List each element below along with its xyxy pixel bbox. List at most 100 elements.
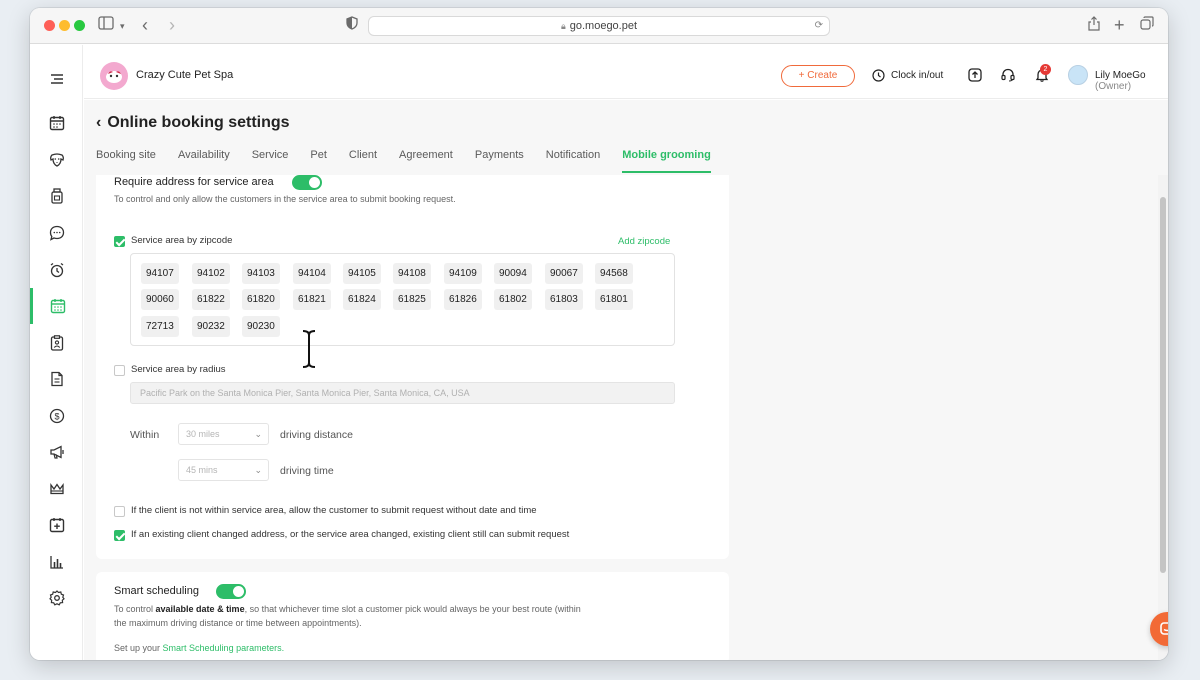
smart-scheduling-toggle[interactable] — [216, 584, 246, 599]
business-avatar[interactable] — [100, 62, 128, 90]
gear-icon[interactable] — [30, 580, 83, 616]
tab-payments[interactable]: Payments — [475, 149, 524, 173]
zipcode-chip[interactable]: 61825 — [393, 289, 431, 310]
chevron-down-icon[interactable]: ▾ — [120, 16, 125, 36]
tab-client[interactable]: Client — [349, 149, 377, 173]
scrollbar-thumb[interactable] — [1160, 197, 1166, 573]
existing-client-checkbox[interactable] — [114, 530, 125, 541]
zipcode-chip[interactable]: 94103 — [242, 263, 280, 284]
reload-icon[interactable]: ⟳ — [815, 17, 823, 35]
zipcode-chip[interactable]: 94104 — [293, 263, 331, 284]
browser-window: ▾ ‹ › 🔒︎ go.moego.pet ⟳ + $ Crazy Cute P… — [30, 8, 1168, 660]
shield-icon[interactable] — [346, 16, 358, 36]
payment-icon[interactable]: $ — [30, 398, 83, 434]
scrollbar[interactable] — [1158, 175, 1168, 660]
svg-text:$: $ — [54, 411, 59, 421]
zipcode-chip[interactable]: 90060 — [141, 289, 179, 310]
user-avatar[interactable] — [1068, 65, 1088, 85]
allow-without-date-label: If the client is not within service area… — [131, 505, 537, 516]
service-area-toggle[interactable] — [292, 175, 322, 190]
address-bar[interactable]: 🔒︎ go.moego.pet ⟳ — [368, 16, 830, 36]
headset-icon[interactable] — [1000, 67, 1016, 83]
setup-prefix: Set up your — [114, 643, 163, 653]
app-header: Crazy Cute Pet Spa + Create Clock in/out… — [84, 45, 1168, 99]
user-menu[interactable]: Lily MoeGo (Owner) — [1095, 70, 1168, 92]
pet-icon[interactable] — [30, 142, 83, 178]
zipcode-chip[interactable]: 94105 — [343, 263, 381, 284]
crown-icon[interactable] — [30, 471, 83, 507]
zipcode-chip[interactable]: 94109 — [444, 263, 482, 284]
zipcode-chip[interactable]: 61803 — [545, 289, 583, 310]
add-zipcode-link[interactable]: Add zipcode — [618, 236, 670, 247]
distance-select[interactable]: 30 miles ⌄ — [178, 423, 269, 445]
clock-in-out-button[interactable]: Clock in/out — [872, 69, 943, 82]
create-button[interactable]: + Create — [781, 65, 855, 87]
upload-icon[interactable] — [967, 67, 983, 83]
clipboard-icon[interactable] — [30, 325, 83, 361]
chat-support-button[interactable] — [1150, 612, 1168, 646]
service-area-description: To control and only allow the customers … — [114, 194, 456, 204]
address-input[interactable]: Pacific Park on the Santa Monica Pier, S… — [130, 382, 675, 404]
alarm-icon[interactable] — [30, 252, 83, 288]
zipcode-chip[interactable]: 61822 — [192, 289, 230, 310]
zipcode-chip[interactable]: 90067 — [545, 263, 583, 284]
time-select[interactable]: 45 mins ⌄ — [178, 459, 269, 481]
minimize-window-button[interactable] — [59, 20, 70, 31]
menu-icon[interactable] — [30, 61, 83, 97]
zipcode-chip[interactable]: 90094 — [494, 263, 532, 284]
driving-time-label: driving time — [280, 465, 334, 477]
close-window-button[interactable] — [44, 20, 55, 31]
page-title: ‹ Online booking settings — [96, 114, 290, 132]
back-chevron-icon[interactable]: ‹ — [96, 114, 101, 131]
share-icon[interactable] — [1088, 16, 1100, 37]
report-icon[interactable] — [30, 361, 83, 397]
back-arrow-icon[interactable]: ‹ — [142, 16, 148, 34]
existing-client-label: If an existing client changed address, o… — [131, 529, 570, 540]
booking-calendar-icon[interactable] — [30, 288, 83, 324]
distance-value: 30 miles — [186, 429, 220, 439]
zipcode-chip[interactable]: 94102 — [192, 263, 230, 284]
desc-bold: available date & time — [155, 604, 245, 614]
smart-scheduling-title: Smart scheduling — [114, 585, 199, 597]
radius-checkbox[interactable] — [114, 365, 125, 376]
zipcode-chip[interactable]: 61821 — [293, 289, 331, 310]
tab-overview-icon[interactable] — [1140, 16, 1154, 36]
allow-without-date-checkbox[interactable] — [114, 506, 125, 517]
zipcode-chip[interactable]: 72713 — [141, 316, 179, 337]
business-name[interactable]: Crazy Cute Pet Spa — [136, 69, 233, 81]
zipcode-chip[interactable]: 61801 — [595, 289, 633, 310]
zipcode-chip[interactable]: 61824 — [343, 289, 381, 310]
tab-agreement[interactable]: Agreement — [399, 149, 453, 173]
tab-availability[interactable]: Availability — [178, 149, 230, 173]
tab-booking-site[interactable]: Booking site — [96, 149, 156, 173]
marketing-icon[interactable] — [30, 434, 83, 470]
message-icon[interactable] — [30, 215, 83, 251]
zipcode-list: 94107 94102 94103 94104 94105 94108 9410… — [130, 253, 675, 346]
driving-distance-label: driving distance — [280, 429, 353, 441]
zipcode-chip[interactable]: 61820 — [242, 289, 280, 310]
settings-calendar-icon[interactable] — [30, 507, 83, 543]
zipcode-chip[interactable]: 94568 — [595, 263, 633, 284]
zipcode-label: Service area by zipcode — [131, 235, 233, 246]
zoom-window-button[interactable] — [74, 20, 85, 31]
smart-scheduling-parameters-link[interactable]: Smart Scheduling parameters. — [163, 643, 285, 653]
inventory-icon[interactable] — [30, 178, 83, 214]
zipcode-chip[interactable]: 90230 — [242, 316, 280, 337]
notification-badge: 2 — [1040, 64, 1051, 75]
tab-service[interactable]: Service — [252, 149, 289, 173]
zipcode-chip[interactable]: 94108 — [393, 263, 431, 284]
tab-mobile-grooming[interactable]: Mobile grooming — [622, 149, 711, 173]
forward-arrow-icon[interactable]: › — [169, 16, 175, 34]
tab-pet[interactable]: Pet — [310, 149, 327, 173]
tab-notification[interactable]: Notification — [546, 149, 600, 173]
sidebar-toggle-icon[interactable] — [98, 16, 114, 36]
chart-icon[interactable] — [30, 544, 83, 580]
calendar-icon[interactable] — [30, 105, 83, 141]
zipcode-chip[interactable]: 61826 — [444, 289, 482, 310]
new-tab-icon[interactable]: + — [1114, 16, 1125, 34]
zipcode-chip[interactable]: 61802 — [494, 289, 532, 310]
lock-icon: 🔒︎ — [560, 21, 566, 31]
zipcode-chip[interactable]: 94107 — [141, 263, 179, 284]
zipcode-chip[interactable]: 90232 — [192, 316, 230, 337]
zipcode-checkbox[interactable] — [114, 236, 125, 247]
